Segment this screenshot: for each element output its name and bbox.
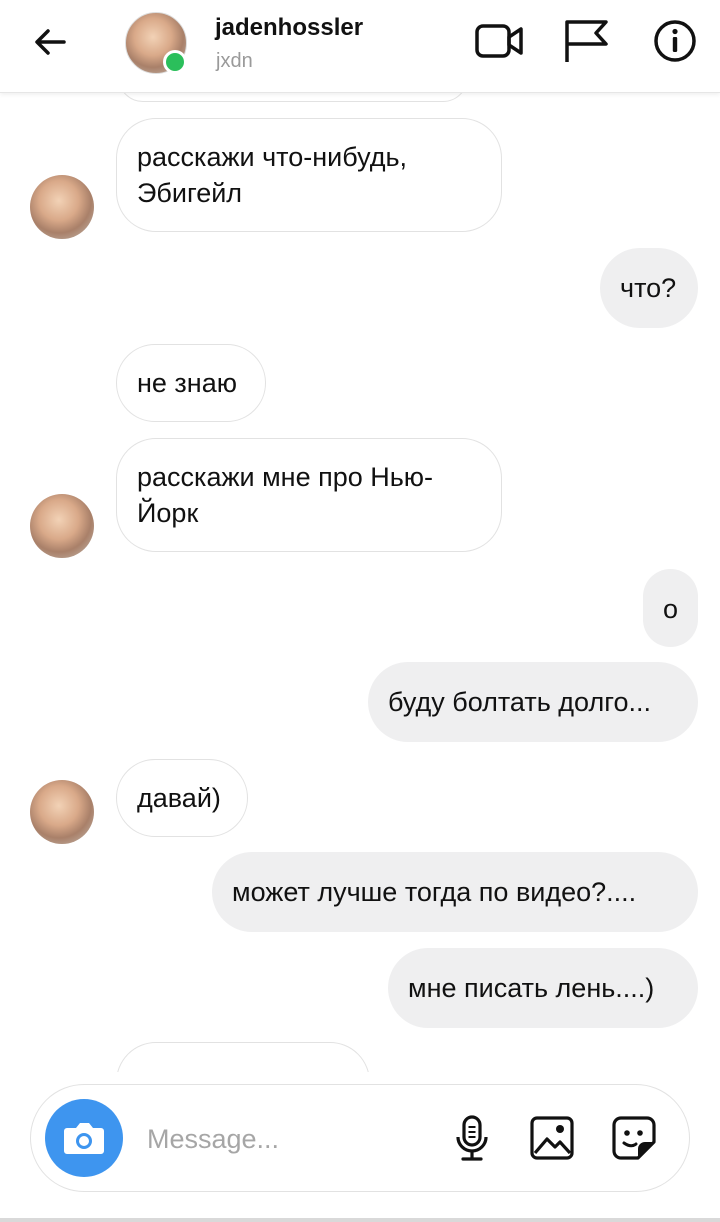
message-text: о — [662, 594, 679, 624]
message-text: давай) — [137, 783, 221, 813]
arrow-left-icon[interactable] — [30, 22, 70, 62]
message-bubble-incoming[interactable]: не знаю — [116, 344, 266, 422]
message-text: буду болтать долго... — [388, 687, 651, 717]
message-bubble-partial — [116, 1042, 370, 1072]
flag-icon[interactable] — [562, 18, 612, 64]
message-text: расскажи мне про Нью-Йорк — [137, 462, 434, 528]
message-bubble-incoming[interactable]: давай) — [116, 759, 248, 837]
message-text: не знаю — [137, 368, 237, 398]
chat-header: jadenhossler jxdn — [0, 0, 720, 93]
message-bubble-outgoing[interactable]: может лучше тогда по видео?.... — [212, 852, 698, 932]
sticker-icon[interactable] — [609, 1113, 659, 1163]
camera-icon — [64, 1123, 104, 1154]
video-camera-icon[interactable] — [474, 18, 524, 64]
message-bubble-outgoing[interactable]: о — [643, 569, 698, 647]
message-bubble-incoming[interactable]: расскажи что-нибудь, Эбигейл — [116, 118, 502, 232]
message-text: может лучше тогда по видео?.... — [232, 877, 637, 907]
info-icon[interactable] — [650, 18, 700, 64]
message-bubble-outgoing[interactable]: что? — [600, 248, 698, 328]
image-icon[interactable] — [527, 1113, 577, 1163]
chat-username[interactable]: jadenhossler — [215, 14, 363, 42]
bottom-divider — [0, 1218, 720, 1222]
sender-avatar — [30, 780, 94, 844]
sender-avatar — [30, 175, 94, 239]
message-bubble-incoming[interactable]: расскажи мне про Нью-Йорк — [116, 438, 502, 552]
profile-avatar[interactable] — [125, 12, 187, 74]
chat-handle: jxdn — [216, 50, 253, 72]
message-composer — [30, 1084, 690, 1192]
microphone-icon[interactable] — [447, 1113, 497, 1163]
sender-avatar — [30, 494, 94, 558]
camera-button[interactable] — [45, 1099, 123, 1177]
message-text: мне писать лень....) — [408, 973, 655, 1003]
message-text: расскажи что-нибудь, Эбигейл — [137, 142, 408, 208]
message-bubble-outgoing[interactable]: буду болтать долго... — [368, 662, 698, 742]
message-input[interactable] — [145, 1115, 429, 1163]
message-bubble-partial — [118, 92, 468, 102]
message-bubble-outgoing[interactable]: мне писать лень....) — [388, 948, 698, 1028]
online-status-dot — [163, 50, 187, 74]
message-list[interactable]: расскажи что-нибудь, Эбигейл что? не зна… — [0, 92, 720, 1072]
message-text: что? — [620, 273, 677, 303]
